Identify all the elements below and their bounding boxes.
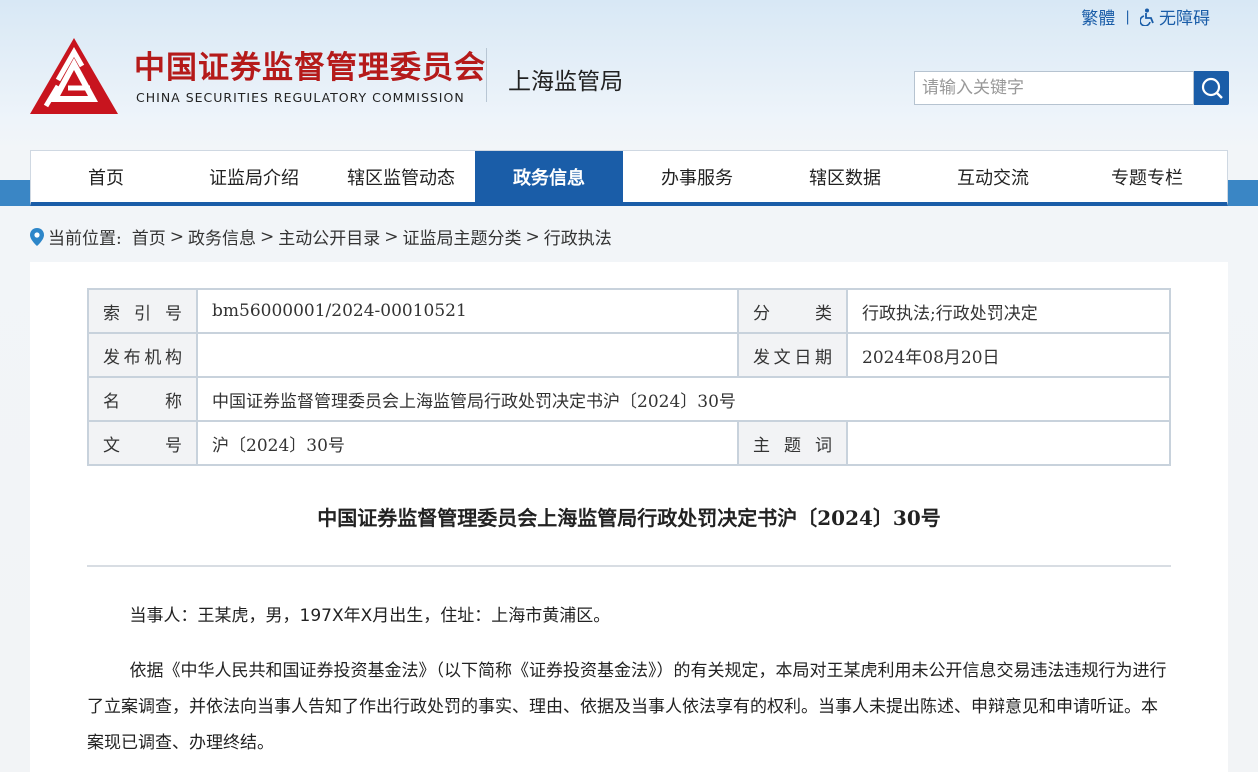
location-pin-icon [30,227,44,246]
nav-item-special-topics[interactable]: 专题专栏 [1067,151,1227,202]
publisher-value [196,332,739,378]
nav-item-interaction[interactable]: 互动交流 [919,151,1067,202]
name-label: 名称 [87,376,198,422]
accessibility-label: 无障碍 [1159,9,1210,29]
org-name-cn: 中国证券监督管理委员会 [134,50,486,86]
breadcrumb-prefix: 当前位置: [48,229,122,249]
search-bar [914,71,1229,105]
category-label: 分类 [737,288,848,334]
index-label: 索引号 [87,288,198,334]
document-meta-table: 索引号 bm56000001/2024-00010521 分类 行政执法;行政处… [87,288,1171,466]
org-name-en: CHINA SECURITIES REGULATORY COMMISSION [136,90,465,105]
breadcrumb-government-info[interactable]: 政务信息 [188,224,256,249]
nav-item-regional-data[interactable]: 辖区数据 [771,151,919,202]
top-link-separator: | [1125,8,1130,25]
docno-label: 文号 [87,420,198,466]
table-row: 发布机构 发文日期 2024年08月20日 [87,332,1171,378]
name-value: 中国证券监督管理委员会上海监管局行政处罚决定书沪〔2024〕30号 [196,376,1171,422]
search-button[interactable] [1194,71,1229,105]
csrc-logo-icon[interactable] [28,36,120,116]
content-panel: 索引号 bm56000001/2024-00010521 分类 行政执法;行政处… [30,262,1228,772]
breadcrumb-sep: > [384,226,399,247]
index-value: bm56000001/2024-00010521 [196,288,739,334]
date-label: 发文日期 [737,332,848,378]
document-title: 中国证券监督管理委员会上海监管局行政处罚决定书沪〔2024〕30号 [317,506,941,530]
docno-value: 沪〔2024〕30号 [196,420,739,466]
keyword-label: 主题词 [737,420,848,466]
traditional-chinese-link[interactable]: 繁體 [1081,4,1115,29]
nav-item-government-info[interactable]: 政务信息 [475,151,623,202]
table-row: 名称 中国证券监督管理委员会上海监管局行政处罚决定书沪〔2024〕30号 [87,376,1171,422]
keyword-value [846,420,1171,466]
search-icon [1201,77,1223,99]
sub-office-name: 上海监管局 [508,69,623,95]
nav-item-regulatory-news[interactable]: 辖区监管动态 [327,151,475,202]
nav-stripe-left [0,180,30,206]
breadcrumb-sep: > [169,226,184,247]
publisher-label: 发布机构 [87,332,198,378]
nav-item-bureau-intro[interactable]: 证监局介绍 [181,151,327,202]
search-input[interactable] [914,71,1194,105]
breadcrumb-sep: > [525,226,540,247]
brand-divider [486,48,487,102]
breadcrumb-enforcement[interactable]: 行政执法 [544,224,612,249]
main-nav: 首页 证监局介绍 辖区监管动态 政务信息 办事服务 辖区数据 互动交流 专题专栏 [30,150,1228,206]
category-value: 行政执法;行政处罚决定 [846,288,1171,334]
nav-stripe-right [1228,180,1258,206]
breadcrumb-home[interactable]: 首页 [132,224,166,249]
breadcrumb-sep: > [259,226,275,247]
paragraph-basis: 依据《中华人民共和国证券投资基金法》（以下简称《证券投资基金法》）的有关规定，本… [87,661,1167,753]
wheelchair-icon [1140,8,1154,26]
date-value: 2024年08月20日 [846,332,1171,378]
top-links: 繁體 | 无障碍 [1081,4,1210,29]
table-row: 文号 沪〔2024〕30号 主题词 [87,420,1171,466]
paragraph-party: 当事人：王某虎，男，197X年X月出生，住址：上海市黄浦区。 [129,606,611,626]
breadcrumb-topic-category[interactable]: 证监局主题分类 [402,224,521,249]
title-divider [87,565,1171,567]
table-row: 索引号 bm56000001/2024-00010521 分类 行政执法;行政处… [87,288,1171,334]
breadcrumb-public-catalog[interactable]: 主动公开目录 [278,224,380,249]
nav-item-services[interactable]: 办事服务 [623,151,771,202]
breadcrumb: 当前位置: 首页 > 政务信息 > 主动公开目录 > 证监局主题分类 > 行政执… [30,224,612,249]
accessibility-link[interactable]: 无障碍 [1140,4,1210,29]
nav-item-home[interactable]: 首页 [31,151,181,202]
